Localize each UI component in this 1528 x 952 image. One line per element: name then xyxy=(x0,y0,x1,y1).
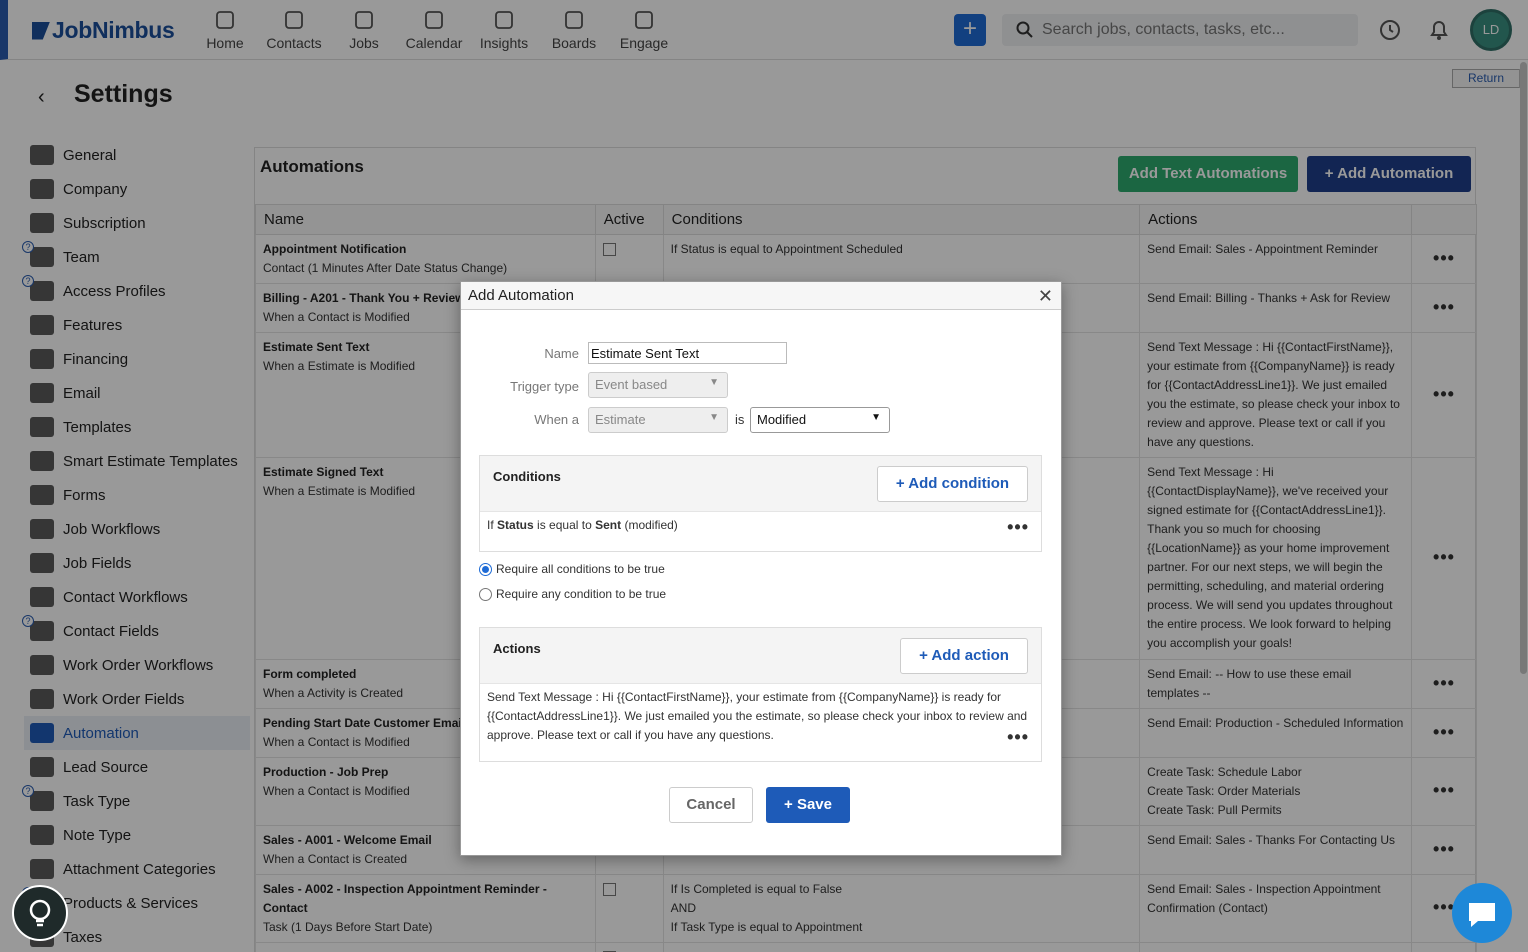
add-automation-dialog: Add Automation ✕ Name Trigger type Event… xyxy=(460,281,1062,856)
radio-require-all-label: Require all conditions to be true xyxy=(496,562,665,576)
actions-box: Actions + Add action Send Text Message :… xyxy=(479,627,1042,762)
caret-down-icon: ▼ xyxy=(709,412,719,423)
radio-checked-icon[interactable] xyxy=(479,562,492,576)
close-icon[interactable]: ✕ xyxy=(1038,286,1053,307)
when-event-select[interactable]: Modified ▼ xyxy=(750,407,890,433)
add-condition-button[interactable]: + Add condition xyxy=(877,466,1028,502)
radio-require-any[interactable]: Require any condition to be true xyxy=(479,587,666,601)
radio-require-all[interactable]: Require all conditions to be true xyxy=(479,562,665,576)
conditions-title: Conditions xyxy=(493,469,561,484)
lightbulb-icon xyxy=(29,899,51,927)
condition-menu-icon[interactable]: ••• xyxy=(1007,518,1029,537)
add-action-button[interactable]: + Add action xyxy=(900,638,1028,674)
is-label: is xyxy=(735,412,745,427)
condition-item: If Status is equal to Sent (modified) ••… xyxy=(480,512,1041,539)
action-menu-icon[interactable]: ••• xyxy=(1007,728,1029,747)
condition-if: If xyxy=(487,518,494,532)
action-item: Send Text Message : Hi {{ContactFirstNam… xyxy=(480,684,1041,749)
cancel-button[interactable]: Cancel xyxy=(669,787,753,823)
trigger-type-label: Trigger type xyxy=(510,379,579,394)
when-entity-select[interactable]: Estimate ▼ xyxy=(588,407,728,433)
caret-down-icon: ▼ xyxy=(871,412,881,423)
save-button[interactable]: + Save xyxy=(766,787,850,823)
when-entity-value: Estimate xyxy=(595,412,646,427)
radio-unchecked-icon[interactable] xyxy=(479,587,492,601)
chat-support-button[interactable] xyxy=(1452,883,1512,943)
trigger-type-value: Event based xyxy=(595,377,668,392)
trigger-type-select[interactable]: Event based ▼ xyxy=(588,372,728,398)
name-label: Name xyxy=(544,346,579,361)
condition-field: Status xyxy=(497,518,534,532)
condition-value: Sent xyxy=(595,518,622,532)
name-input[interactable] xyxy=(588,342,787,364)
condition-suffix: (modified) xyxy=(624,518,678,532)
radio-require-any-label: Require any condition to be true xyxy=(496,587,667,601)
when-event-value: Modified xyxy=(757,412,807,427)
caret-down-icon: ▼ xyxy=(709,377,719,388)
chat-bubble-icon xyxy=(1469,903,1495,927)
action-text: Send Text Message : Hi {{ContactFirstNam… xyxy=(487,690,1028,742)
conditions-box: Conditions + Add condition If Status is … xyxy=(479,455,1042,552)
condition-operator: is equal to xyxy=(537,518,592,532)
dialog-title: Add Automation xyxy=(461,282,1061,310)
help-lightbulb-button[interactable] xyxy=(12,885,68,941)
actions-title: Actions xyxy=(493,641,541,656)
when-label: When a xyxy=(534,412,579,427)
